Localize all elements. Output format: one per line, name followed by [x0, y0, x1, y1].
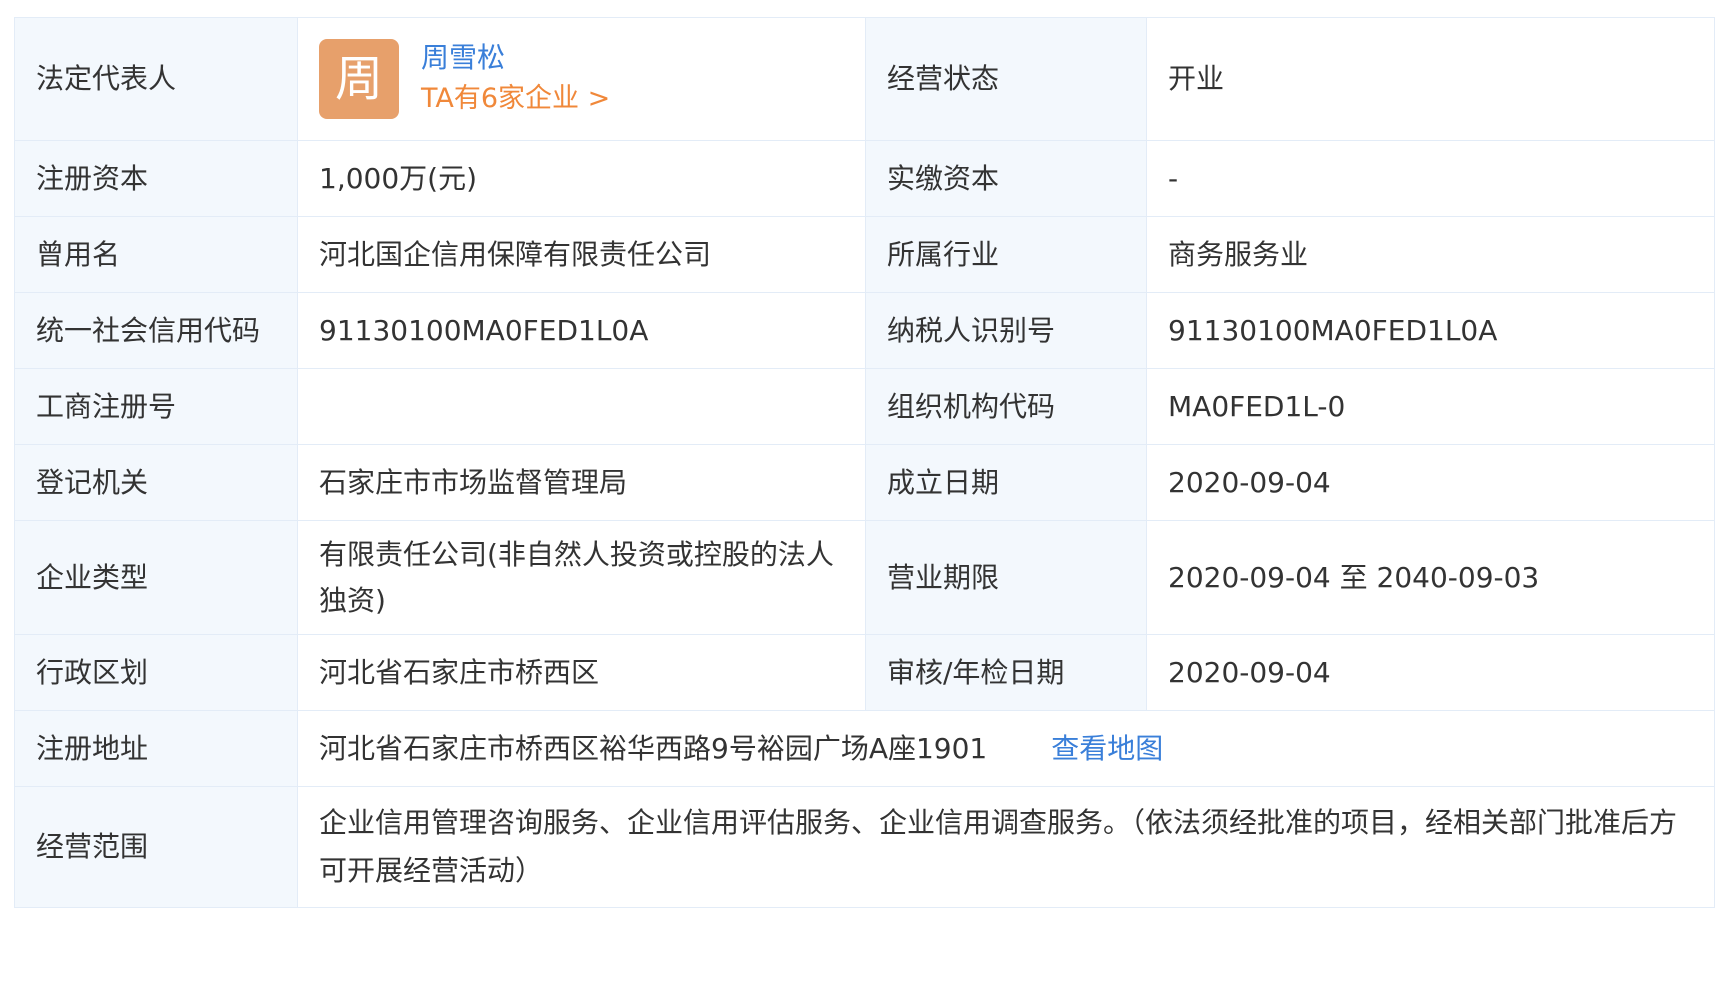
district-label: 行政区划 — [14, 634, 298, 711]
related-companies-link[interactable]: TA有6家企业 > — [421, 78, 610, 120]
address-value: 河北省石家庄市桥西区裕华西路9号裕园广场A座1901 — [319, 731, 988, 765]
inspection-date-label: 审核/年检日期 — [865, 634, 1147, 711]
org-code-value: MA0FED1L-0 — [1146, 368, 1715, 445]
address-cell: 河北省石家庄市桥西区裕华西路9号裕园广场A座1901 查看地图 — [297, 710, 1715, 787]
founded-date-label: 成立日期 — [865, 444, 1147, 521]
inspection-date-value: 2020-09-04 — [1146, 634, 1715, 711]
paid-capital-label: 实缴资本 — [865, 140, 1147, 217]
table-row: 行政区划 河北省石家庄市桥西区 审核/年检日期 2020-09-04 — [14, 634, 1715, 711]
credit-code-value: 91130100MA0FED1L0A — [297, 292, 866, 369]
status-label: 经营状态 — [865, 17, 1147, 141]
company-type-value: 有限责任公司(非自然人投资或控股的法人独资) — [297, 520, 866, 635]
taxpayer-id-value: 91130100MA0FED1L0A — [1146, 292, 1715, 369]
table-row: 登记机关 石家庄市市场监督管理局 成立日期 2020-09-04 — [14, 444, 1715, 521]
authority-value: 石家庄市市场监督管理局 — [297, 444, 866, 521]
table-row: 曾用名 河北国企信用保障有限责任公司 所属行业 商务服务业 — [14, 216, 1715, 293]
legal-rep-name-link[interactable]: 周雪松 — [421, 38, 610, 78]
district-value: 河北省石家庄市桥西区 — [297, 634, 866, 711]
table-row: 企业类型 有限责任公司(非自然人投资或控股的法人独资) 营业期限 2020-09… — [14, 520, 1715, 635]
former-name-label: 曾用名 — [14, 216, 298, 293]
table-row: 工商注册号 组织机构代码 MA0FED1L-0 — [14, 368, 1715, 445]
view-map-link[interactable]: 查看地图 — [1051, 732, 1163, 765]
table-row: 法定代表人 周 周雪松 TA有6家企业 > 经营状态 开业 — [14, 17, 1715, 141]
table-row: 注册资本 1,000万(元) 实缴资本 - — [14, 140, 1715, 217]
authority-label: 登记机关 — [14, 444, 298, 521]
legal-rep-label: 法定代表人 — [14, 17, 298, 141]
capital-value: 1,000万(元) — [297, 140, 866, 217]
table-row: 统一社会信用代码 91130100MA0FED1L0A 纳税人识别号 91130… — [14, 292, 1715, 369]
avatar[interactable]: 周 — [319, 39, 399, 119]
paid-capital-value: - — [1146, 140, 1715, 217]
scope-value: 企业信用管理咨询服务、企业信用评估服务、企业信用调查服务。（依法须经批准的项目，… — [297, 786, 1715, 908]
business-info-table: 法定代表人 周 周雪松 TA有6家企业 > 经营状态 开业 注册资本 1,000… — [14, 17, 1715, 908]
company-type-label: 企业类型 — [14, 520, 298, 635]
status-value: 开业 — [1146, 17, 1715, 141]
former-name-value: 河北国企信用保障有限责任公司 — [297, 216, 866, 293]
address-label: 注册地址 — [14, 710, 298, 787]
legal-rep-cell: 周 周雪松 TA有6家企业 > — [297, 17, 866, 141]
org-code-label: 组织机构代码 — [865, 368, 1147, 445]
founded-date-value: 2020-09-04 — [1146, 444, 1715, 521]
table-row: 经营范围 企业信用管理咨询服务、企业信用评估服务、企业信用调查服务。（依法须经批… — [14, 786, 1715, 908]
table-row: 注册地址 河北省石家庄市桥西区裕华西路9号裕园广场A座1901 查看地图 — [14, 710, 1715, 787]
credit-code-label: 统一社会信用代码 — [14, 292, 298, 369]
industry-value: 商务服务业 — [1146, 216, 1715, 293]
reg-no-value — [297, 368, 866, 445]
capital-label: 注册资本 — [14, 140, 298, 217]
taxpayer-id-label: 纳税人识别号 — [865, 292, 1147, 369]
scope-label: 经营范围 — [14, 786, 298, 908]
business-term-label: 营业期限 — [865, 520, 1147, 635]
industry-label: 所属行业 — [865, 216, 1147, 293]
business-term-value: 2020-09-04 至 2040-09-03 — [1146, 520, 1715, 635]
reg-no-label: 工商注册号 — [14, 368, 298, 445]
